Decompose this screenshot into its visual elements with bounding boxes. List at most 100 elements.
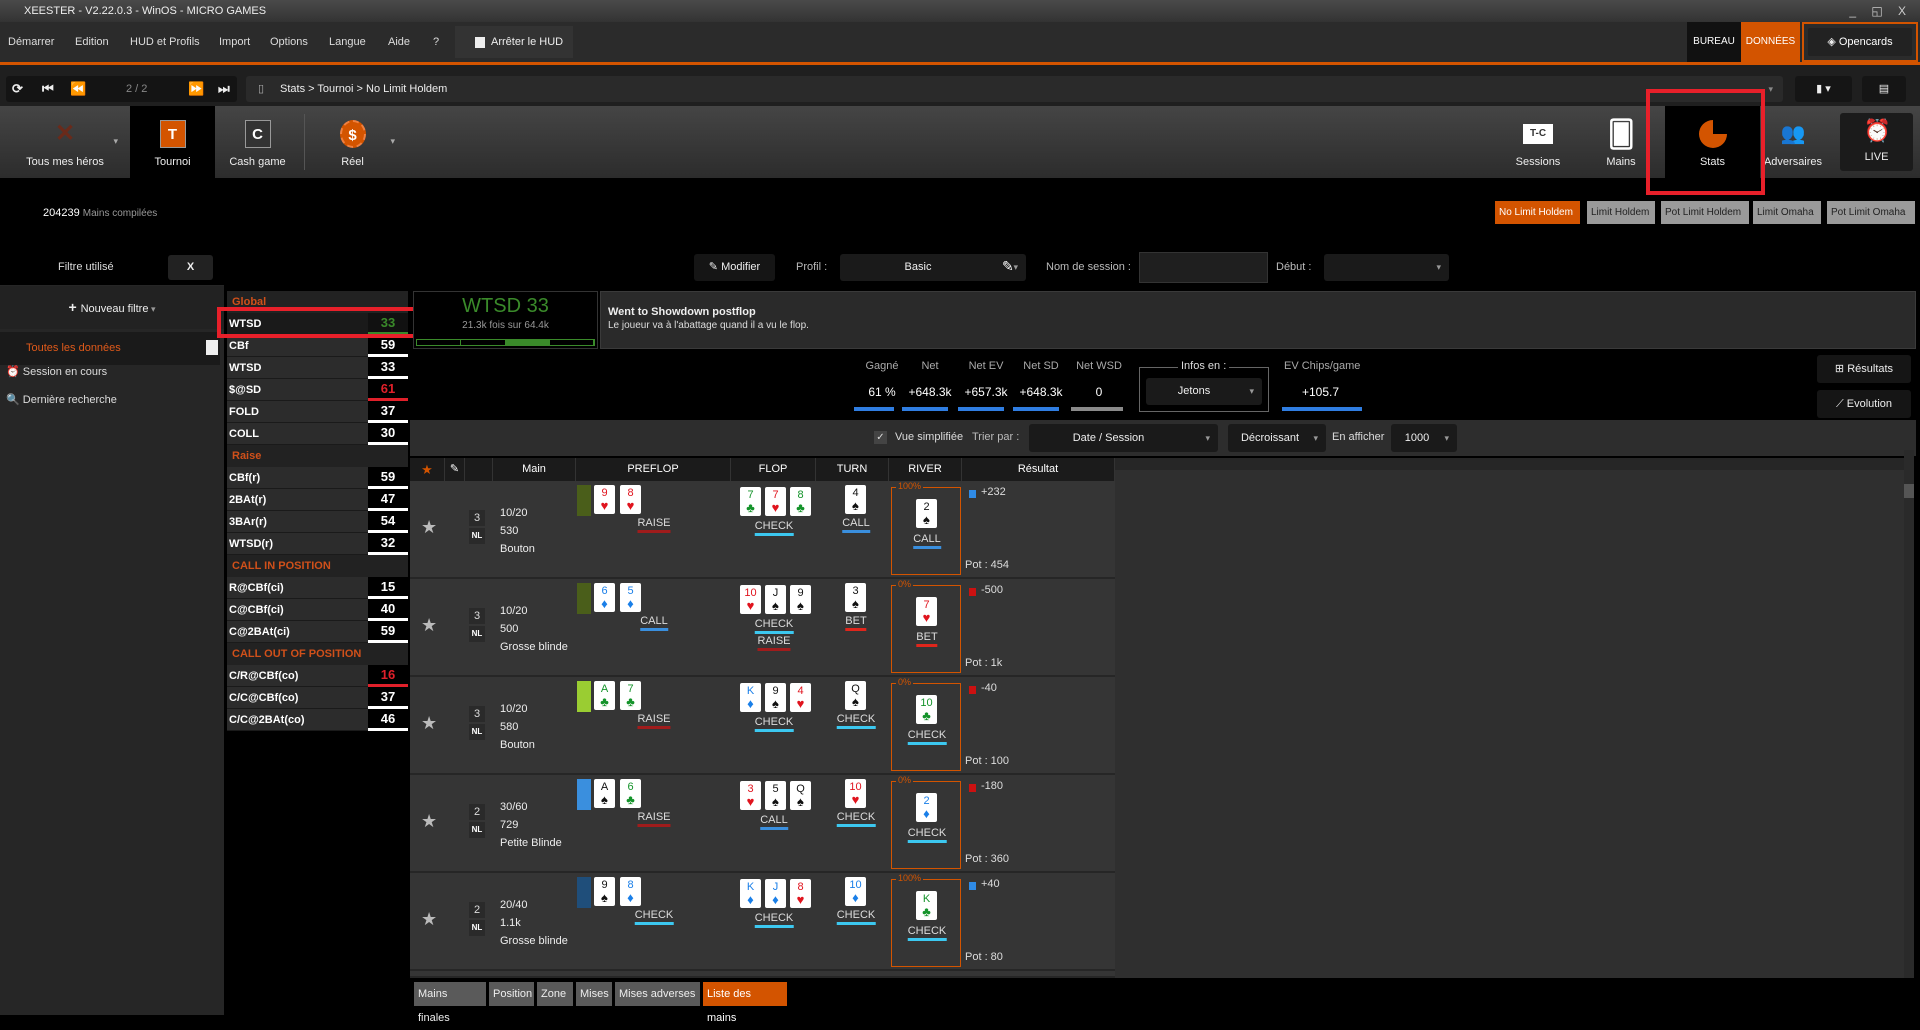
suit-icon: ♦ xyxy=(747,892,754,907)
header-main[interactable]: Main xyxy=(493,458,576,481)
menu-item-options[interactable]: Options xyxy=(270,22,308,62)
current-session-item[interactable]: ⏰ Session en cours xyxy=(6,362,107,382)
stat-row[interactable]: 2BAt(r) 47 xyxy=(227,489,408,511)
menu-item-import[interactable]: Import xyxy=(219,22,250,62)
menu-item-help[interactable]: ? xyxy=(433,22,439,62)
tournament-button[interactable]: T Tournoi xyxy=(130,106,215,178)
vertical-scrollbar[interactable] xyxy=(1904,450,1914,978)
hand-row-partial[interactable] xyxy=(410,971,1115,978)
stat-row[interactable]: R@CBf(ci) 15 xyxy=(227,577,408,599)
favorite-column-icon[interactable]: ★ xyxy=(410,458,445,481)
stat-row[interactable]: C/C@CBf(co) 37 xyxy=(227,687,408,709)
game-type-pot-limit-holdem[interactable]: Pot Limit Holdem xyxy=(1661,201,1749,224)
header-flop[interactable]: FLOP xyxy=(731,458,816,481)
hand-row[interactable]: ★ 2 NL 30/60 729 Petite Blinde A ♠ 6 ♣ RAISE 3 ♥ 5 ♠ Q ♠… xyxy=(410,775,1115,873)
menu-item-edition[interactable]: Edition xyxy=(75,22,109,62)
star-icon[interactable]: ★ xyxy=(421,615,437,636)
menu-item-langue[interactable]: Langue xyxy=(329,22,366,62)
tab-mises-adverses[interactable]: Mises adverses xyxy=(615,982,700,1006)
evolution-button[interactable]: ⟋ Evolution xyxy=(1817,390,1911,418)
menu-item-démarrer[interactable]: Démarrer xyxy=(8,22,54,62)
modify-button[interactable]: ✎ Modifier xyxy=(694,254,775,281)
start-dropdown[interactable] xyxy=(1324,254,1449,281)
header-river[interactable]: RIVER xyxy=(889,458,962,481)
game-type-limit-holdem[interactable]: Limit Holdem xyxy=(1587,201,1655,224)
chevron-down-icon[interactable]: ▾ xyxy=(113,136,118,147)
window-controls[interactable]: _ ◱ X xyxy=(1849,0,1912,22)
star-icon[interactable]: ★ xyxy=(421,909,437,930)
clipboard-button[interactable]: ▤ xyxy=(1862,76,1906,102)
refresh-icon[interactable]: ⟳ xyxy=(12,76,23,102)
results-button[interactable]: ⊞ Résultats xyxy=(1817,355,1911,383)
stat-row[interactable]: WTSD(r) 32 xyxy=(227,533,408,555)
stop-hud-toggle[interactable]: Arrêter le HUD xyxy=(455,26,573,58)
order-dropdown[interactable]: Décroissant xyxy=(1228,424,1326,452)
star-icon[interactable]: ★ xyxy=(421,811,437,832)
hand-row[interactable]: ★ 3 NL 10/20 580 Bouton A ♣ 7 ♣ RAISE K ♦ 9 ♠ 4 ♥ CHECK Q ♠… xyxy=(410,677,1115,775)
tab-mains-finales[interactable]: Mains finales xyxy=(414,982,486,1024)
chevron-down-icon[interactable]: ▾ xyxy=(1768,76,1773,102)
hand-row[interactable]: ★ 3 NL 10/20 500 Grosse blinde 6 ♦ 5 ♦ CALL 10 ♥ J ♠ 9 ♠… xyxy=(410,579,1115,677)
stat-row[interactable]: COLL 30 xyxy=(227,423,408,445)
stat-row[interactable]: C@CBf(ci) 40 xyxy=(227,599,408,621)
tab-mises[interactable]: Mises xyxy=(576,982,612,1006)
breadcrumb[interactable]: ▯ Stats > Tournoi > No Limit Holdem ▾ xyxy=(246,76,1783,102)
copy-icon[interactable] xyxy=(206,340,218,355)
game-type-no-limit-holdem[interactable]: No Limit Holdem xyxy=(1495,201,1580,224)
units-dropdown[interactable]: Jetons xyxy=(1146,378,1262,405)
stat-row[interactable]: C/R@CBf(co) 16 xyxy=(227,665,408,687)
header-result[interactable]: Résultat xyxy=(962,458,1115,481)
chevron-down-icon[interactable]: ▾ xyxy=(390,136,395,147)
all-heroes-button[interactable]: ✕ ▾ Tous mes héros xyxy=(0,106,130,178)
profile-dropdown[interactable]: Basic xyxy=(840,254,1026,281)
hand-row[interactable]: ★ 2 NL 20/40 1.1k Grosse blinde 9 ♠ 8 ♦ CHECK K ♦ J ♦ 8… xyxy=(410,873,1115,971)
bookmark-button[interactable]: ▮ ▾ xyxy=(1795,76,1852,102)
donnees-button[interactable]: DONNÉES xyxy=(1741,22,1800,62)
menu-item-hud-et-profils[interactable]: HUD et Profils xyxy=(130,22,200,62)
opponents-button[interactable]: 👥 Adversaires xyxy=(1758,106,1828,178)
header-turn[interactable]: TURN xyxy=(816,458,889,481)
live-button[interactable]: ⏰ LIVE xyxy=(1840,113,1913,171)
note-column-icon[interactable]: ✎ xyxy=(445,458,465,481)
real-money-button[interactable]: $ ▾ Réel xyxy=(310,106,395,178)
last-page-icon[interactable]: ⏭ xyxy=(218,76,230,102)
show-count-dropdown[interactable]: 1000 xyxy=(1391,424,1457,452)
bureau-button[interactable]: BUREAU xyxy=(1687,22,1741,62)
clear-filter-button[interactable]: X xyxy=(168,255,213,280)
cash-game-button[interactable]: C Cash game xyxy=(215,106,300,178)
next-page-icon[interactable]: ⏩ xyxy=(188,76,204,102)
tab-zone[interactable]: Zone xyxy=(537,982,573,1006)
stat-row[interactable]: $@SD 61 xyxy=(227,379,408,401)
game-type-pot-limit-omaha[interactable]: Pot Limit Omaha xyxy=(1827,201,1915,224)
first-page-icon[interactable]: ⏮ xyxy=(42,76,54,102)
hand-row[interactable]: ★ 3 NL 10/20 530 Bouton 9 ♥ 8 ♥ RAISE 7 ♣ 7 ♥ 8 ♣ CHECK 4 ♠… xyxy=(410,481,1115,579)
edit-profile-icon[interactable]: ✎ xyxy=(1002,258,1014,275)
session-name-input[interactable] xyxy=(1139,252,1268,283)
suit-icon: ♦ xyxy=(772,892,779,907)
tab-liste-des-mains[interactable]: Liste des mains xyxy=(703,982,787,1024)
opencards-button[interactable]: ◈ Opencards xyxy=(1802,22,1918,62)
new-filter-button[interactable]: + Nouveau filtre ▾ xyxy=(0,286,224,329)
previous-page-icon[interactable]: ⏪ xyxy=(70,76,86,102)
stat-row[interactable]: 3BAr(r) 54 xyxy=(227,511,408,533)
stat-row[interactable]: CBf(r) 59 xyxy=(227,467,408,489)
game-type-limit-omaha[interactable]: Limit Omaha xyxy=(1753,201,1821,224)
sessions-button[interactable]: T-C Sessions xyxy=(1505,106,1571,178)
card-Qs: Q ♠ xyxy=(845,681,866,710)
all-data-item[interactable]: Toutes les données xyxy=(0,332,220,365)
stat-row[interactable]: C/C@2BAt(co) 46 xyxy=(227,709,408,731)
sort-by-dropdown[interactable]: Date / Session xyxy=(1029,424,1218,452)
stat-row[interactable]: CBf 59 xyxy=(227,335,408,357)
stat-row[interactable]: FOLD 37 xyxy=(227,401,408,423)
last-search-item[interactable]: 🔍 Dernière recherche xyxy=(6,390,117,410)
river-equity: 0% xyxy=(896,775,914,785)
stat-row[interactable]: C@2BAt(ci) 59 xyxy=(227,621,408,643)
stat-row[interactable]: WTSD 33 xyxy=(227,357,408,379)
hands-button[interactable]: 🂠 Mains xyxy=(1590,106,1652,178)
star-icon[interactable]: ★ xyxy=(421,517,437,538)
simplified-view-checkbox[interactable]: ✓ xyxy=(874,431,887,444)
tab-position[interactable]: Position xyxy=(489,982,534,1006)
header-preflop[interactable]: PREFLOP xyxy=(576,458,731,481)
star-icon[interactable]: ★ xyxy=(421,713,437,734)
menu-item-aide[interactable]: Aide xyxy=(388,22,410,62)
